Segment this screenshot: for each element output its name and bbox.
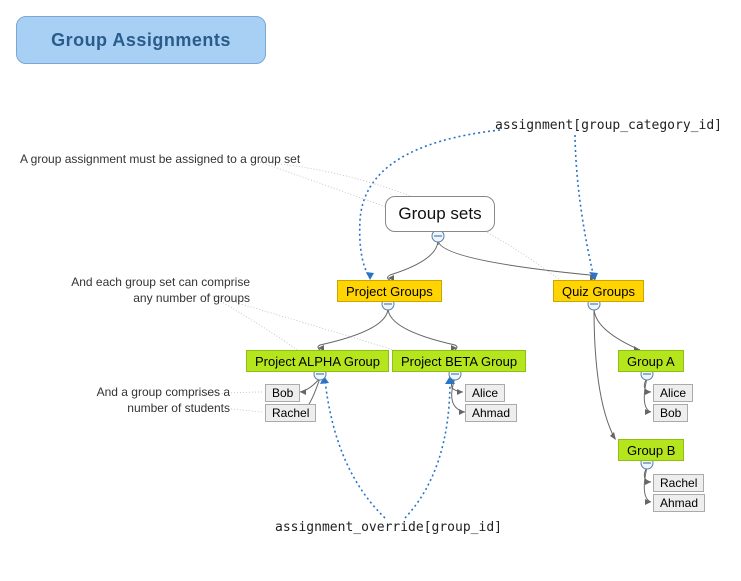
node-group-a[interactable]: Group A xyxy=(618,350,684,372)
member-label: Ahmad xyxy=(472,406,510,420)
member-label: Rachel xyxy=(660,476,697,490)
member-qb-0[interactable]: Rachel xyxy=(653,474,704,492)
node-group-b-label: Group B xyxy=(627,443,675,458)
node-group-sets[interactable]: Group sets xyxy=(385,196,495,232)
member-label: Bob xyxy=(272,386,293,400)
member-alpha-0[interactable]: Bob xyxy=(265,384,300,402)
api-label-category: assignment[group_category_id] xyxy=(495,118,722,133)
node-project-groups-label: Project Groups xyxy=(346,284,433,299)
node-quiz-groups[interactable]: Quiz Groups xyxy=(553,280,644,302)
annotation-group-set: A group assignment must be assigned to a… xyxy=(20,152,320,168)
annotation-groups: And each group set can comprise any numb… xyxy=(10,275,250,306)
api-label-groupid: assignment_override[group_id] xyxy=(275,520,502,535)
member-label: Rachel xyxy=(272,406,309,420)
node-group-b[interactable]: Group B xyxy=(618,439,684,461)
node-project-alpha-label: Project ALPHA Group xyxy=(255,354,380,369)
member-qb-1[interactable]: Ahmad xyxy=(653,494,705,512)
node-project-beta-label: Project BETA Group xyxy=(401,354,517,369)
node-group-sets-label: Group sets xyxy=(398,204,481,224)
node-group-a-label: Group A xyxy=(627,354,675,369)
member-label: Alice xyxy=(660,386,686,400)
diagram-title-text: Group Assignments xyxy=(51,30,231,51)
member-alpha-1[interactable]: Rachel xyxy=(265,404,316,422)
member-beta-0[interactable]: Alice xyxy=(465,384,505,402)
node-quiz-groups-label: Quiz Groups xyxy=(562,284,635,299)
node-project-groups[interactable]: Project Groups xyxy=(337,280,442,302)
member-label: Ahmad xyxy=(660,496,698,510)
member-beta-1[interactable]: Ahmad xyxy=(465,404,517,422)
node-project-alpha[interactable]: Project ALPHA Group xyxy=(246,350,389,372)
member-label: Bob xyxy=(660,406,681,420)
node-project-beta[interactable]: Project BETA Group xyxy=(392,350,526,372)
annotation-students: And a group comprises a number of studen… xyxy=(30,385,230,416)
diagram-title: Group Assignments xyxy=(16,16,266,64)
member-qa-1[interactable]: Bob xyxy=(653,404,688,422)
member-label: Alice xyxy=(472,386,498,400)
member-qa-0[interactable]: Alice xyxy=(653,384,693,402)
